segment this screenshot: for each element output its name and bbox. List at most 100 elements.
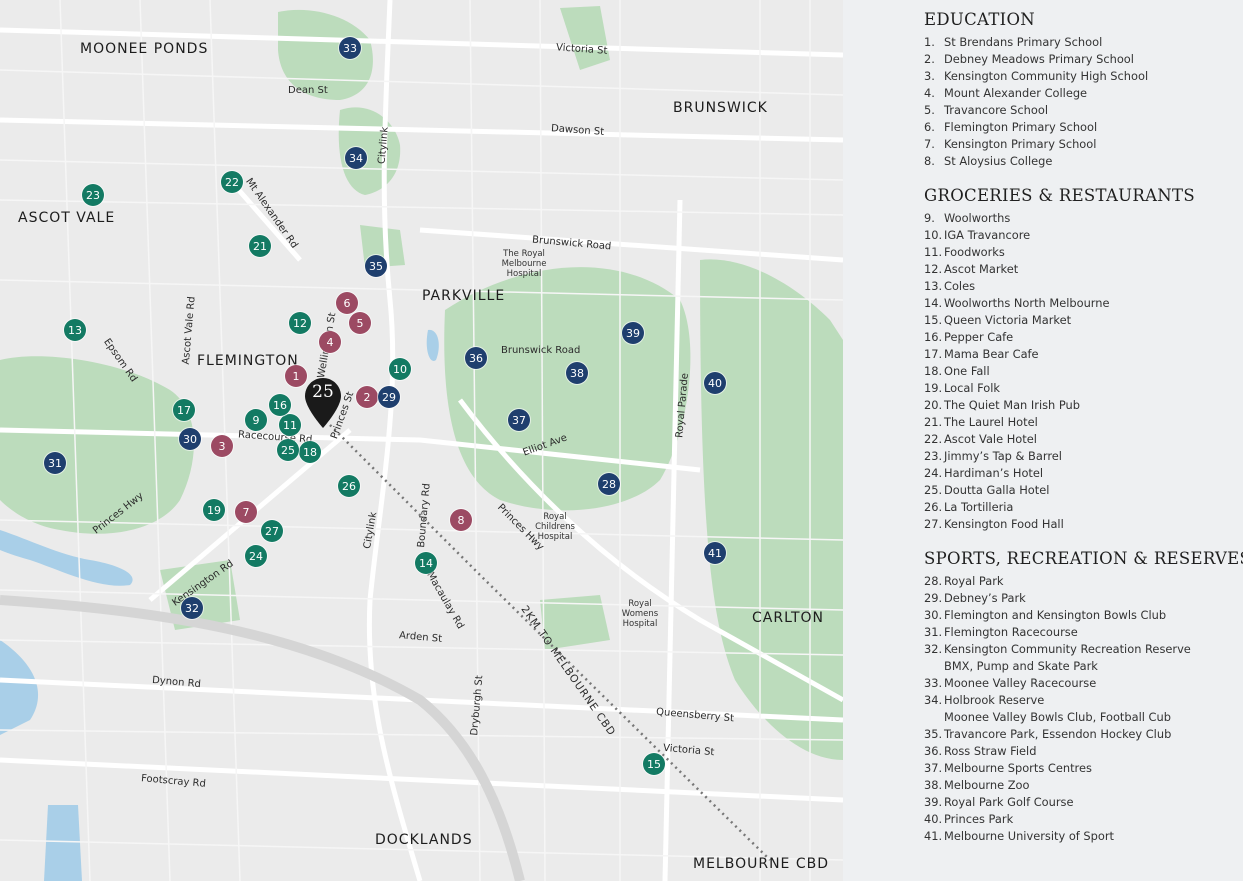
map-marker-39[interactable]: 39 bbox=[622, 322, 644, 344]
map-marker-37[interactable]: 37 bbox=[508, 409, 530, 431]
map-marker-2[interactable]: 2 bbox=[356, 386, 378, 408]
legend-item-name: Woolworths bbox=[944, 211, 1011, 225]
legend-item-number: 40. bbox=[924, 812, 943, 826]
legend-item-name: Royal Park bbox=[944, 574, 1004, 588]
legend-item-name: The Laurel Hotel bbox=[944, 415, 1038, 429]
legend-item: 35. Travancore Park, Essendon Hockey Club bbox=[924, 726, 1191, 743]
map-marker-29[interactable]: 29 bbox=[378, 386, 400, 408]
legend-item-number: 5. bbox=[924, 103, 935, 117]
map-marker-14[interactable]: 14 bbox=[415, 552, 437, 574]
area-label-carlton: CARLTON bbox=[752, 610, 824, 626]
map-marker-12[interactable]: 12 bbox=[289, 312, 311, 334]
map-marker-22[interactable]: 22 bbox=[221, 171, 243, 193]
map-marker-30[interactable]: 30 bbox=[179, 428, 201, 450]
legend-item-number: 13. bbox=[924, 279, 943, 293]
legend-panel: EDUCATION 1. St Brendans Primary School 2.… bbox=[843, 0, 1243, 881]
legend-item-name: Woolworths North Melbourne bbox=[944, 296, 1110, 310]
map-marker-41[interactable]: 41 bbox=[704, 542, 726, 564]
legend-item: 31. Flemington Racecourse bbox=[924, 624, 1191, 641]
map-marker-3[interactable]: 3 bbox=[211, 435, 233, 457]
education-list: 1. St Brendans Primary School 2. Debney Mea… bbox=[924, 34, 1148, 170]
legend-item-number: 38. bbox=[924, 778, 943, 792]
education-title: EDUCATION bbox=[924, 10, 1036, 29]
groceries-list: 9. Woolworths 10. IGA Travancore 11. Foodwork… bbox=[924, 210, 1110, 533]
map-marker-17[interactable]: 17 bbox=[173, 399, 195, 421]
map-marker-31[interactable]: 31 bbox=[44, 452, 66, 474]
area-label-brunswick: BRUNSWICK bbox=[673, 100, 768, 116]
legend-item-name: Moonee Valley Racecourse bbox=[944, 676, 1097, 690]
map-marker-27[interactable]: 27 bbox=[261, 520, 283, 542]
legend-item-number: 6. bbox=[924, 120, 935, 134]
legend-item-number: 7. bbox=[924, 137, 935, 151]
legend-item-number: 33. bbox=[924, 676, 943, 690]
legend-item-name: Flemington Racecourse bbox=[944, 625, 1078, 639]
map-marker-34[interactable]: 34 bbox=[345, 147, 367, 169]
legend-item-name: Kensington Food Hall bbox=[944, 517, 1064, 531]
legend-item-number: 15. bbox=[924, 313, 943, 327]
legend-item-number: 4. bbox=[924, 86, 935, 100]
legend-item: 14. Woolworths North Melbourne bbox=[924, 295, 1110, 312]
map-marker-35[interactable]: 35 bbox=[365, 255, 387, 277]
map-marker-24[interactable]: 24 bbox=[245, 545, 267, 567]
legend-item-name: St Brendans Primary School bbox=[944, 35, 1103, 49]
legend-item-name: Royal Park Golf Course bbox=[944, 795, 1074, 809]
legend-item-name: Melbourne Sports Centres bbox=[944, 761, 1092, 775]
legend-item: 5. Travancore School bbox=[924, 102, 1148, 119]
map-marker-9[interactable]: 9 bbox=[245, 409, 267, 431]
legend-item-number: 3. bbox=[924, 69, 935, 83]
map-marker-25[interactable]: 25 bbox=[277, 439, 299, 461]
legend-item-number: 28. bbox=[924, 574, 943, 588]
map-marker-40[interactable]: 40 bbox=[704, 372, 726, 394]
map-marker-38[interactable]: 38 bbox=[566, 362, 588, 384]
legend-item-name: Foodworks bbox=[944, 245, 1005, 259]
legend-item-name: Travancore School bbox=[944, 103, 1048, 117]
legend-item: 21. The Laurel Hotel bbox=[924, 414, 1110, 431]
legend-item-number: 26. bbox=[924, 500, 943, 514]
legend-item: 41. Melbourne University of Sport bbox=[924, 828, 1191, 845]
legend-item: 24. Hardiman’s Hotel bbox=[924, 465, 1110, 482]
legend-item: 8. St Aloysius College bbox=[924, 153, 1148, 170]
legend-item-name: Mama Bear Cafe bbox=[944, 347, 1039, 361]
map-marker-21[interactable]: 21 bbox=[249, 235, 271, 257]
map[interactable]: MOONEE PONDS BRUNSWICK ASCOT VALE PARKVI… bbox=[0, 0, 843, 881]
legend-item-number: 30. bbox=[924, 608, 943, 622]
map-marker-10[interactable]: 10 bbox=[389, 358, 411, 380]
legend-item-number: 10. bbox=[924, 228, 943, 242]
legend-item: 7. Kensington Primary School bbox=[924, 136, 1148, 153]
map-marker-18[interactable]: 18 bbox=[299, 441, 321, 463]
map-marker-36[interactable]: 36 bbox=[465, 347, 487, 369]
map-marker-7[interactable]: 7 bbox=[235, 501, 257, 523]
map-marker-33[interactable]: 33 bbox=[339, 37, 361, 59]
legend-item-number: 39. bbox=[924, 795, 943, 809]
legend-item-number: 25. bbox=[924, 483, 943, 497]
map-marker-19[interactable]: 19 bbox=[203, 499, 225, 521]
legend-item-name: Ascot Market bbox=[944, 262, 1019, 276]
legend-item-number: 1. bbox=[924, 35, 935, 49]
map-marker-4[interactable]: 4 bbox=[319, 331, 341, 353]
map-marker-28[interactable]: 28 bbox=[598, 473, 620, 495]
area-label-flemington: FLEMINGTON bbox=[197, 353, 299, 369]
map-marker-26[interactable]: 26 bbox=[338, 475, 360, 497]
map-marker-16[interactable]: 16 bbox=[269, 394, 291, 416]
legend-item-number: 17. bbox=[924, 347, 943, 361]
map-marker-15[interactable]: 15 bbox=[643, 753, 665, 775]
legend-item-name: Holbrook Reserve bbox=[944, 693, 1045, 707]
map-marker-5[interactable]: 5 bbox=[349, 312, 371, 334]
legend-item-number: 41. bbox=[924, 829, 943, 843]
legend-item-name: Ross Straw Field bbox=[944, 744, 1037, 758]
map-marker-11[interactable]: 11 bbox=[279, 414, 301, 436]
legend-item-name: Travancore Park, Essendon Hockey Club bbox=[944, 727, 1172, 741]
map-marker-23[interactable]: 23 bbox=[82, 184, 104, 206]
property-pin[interactable]: 25 bbox=[304, 377, 342, 429]
area-label-melbourne-cbd: MELBOURNE CBD bbox=[693, 856, 830, 872]
legend-item: 30. Flemington and Kensington Bowls Club bbox=[924, 607, 1191, 624]
legend-item-number: 22. bbox=[924, 432, 943, 446]
map-marker-13[interactable]: 13 bbox=[64, 319, 86, 341]
map-marker-6[interactable]: 6 bbox=[336, 292, 358, 314]
legend-item: Moonee Valley Bowls Club, Football Cub bbox=[924, 709, 1191, 726]
legend-item: 9. Woolworths bbox=[924, 210, 1110, 227]
map-marker-8[interactable]: 8 bbox=[450, 509, 472, 531]
map-marker-32[interactable]: 32 bbox=[181, 597, 203, 619]
legend-item-number: 16. bbox=[924, 330, 943, 344]
legend-item-name: Hardiman’s Hotel bbox=[944, 466, 1044, 480]
